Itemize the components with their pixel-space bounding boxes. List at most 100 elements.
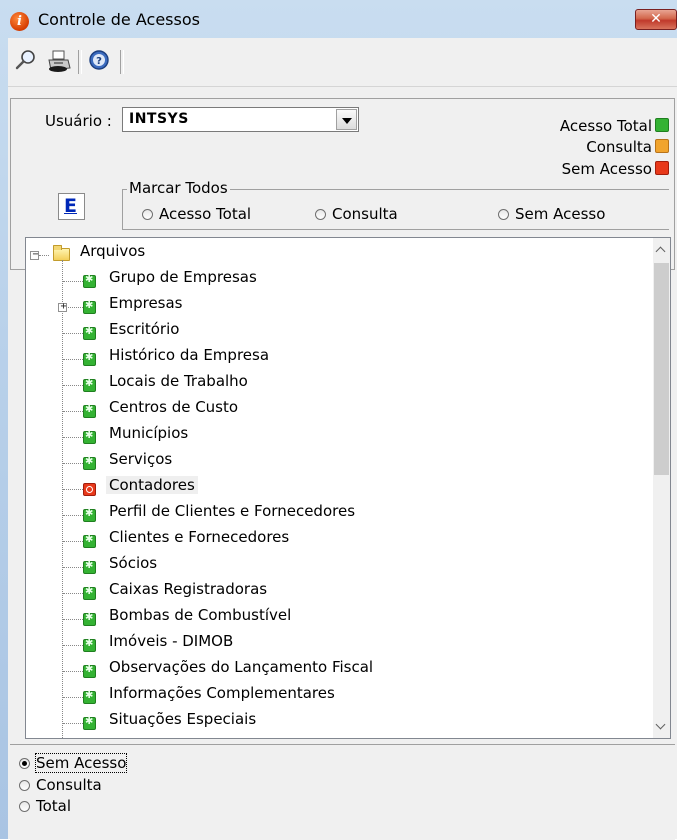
access-total-icon	[83, 378, 96, 392]
tree-connector	[63, 723, 83, 724]
printer-icon[interactable]	[46, 48, 72, 74]
marcar-todos-title: Marcar Todos	[127, 179, 230, 197]
tree-item-label: Serviços	[109, 450, 173, 468]
tree-item[interactable]: Situações Especiais	[26, 710, 646, 736]
radio-marcar-acesso-total[interactable]: Acesso Total	[142, 205, 251, 223]
tree-item[interactable]: Locais de Trabalho	[26, 372, 646, 398]
tree-connector	[63, 359, 83, 360]
tree-item-label: Grupo de Empresas	[109, 268, 257, 286]
tree-connector	[63, 697, 83, 698]
radio-total[interactable]: Total	[19, 797, 71, 815]
radio-sem-acesso[interactable]: Sem Acesso	[19, 753, 128, 773]
access-total-icon	[83, 274, 96, 288]
excel-button[interactable]: E	[58, 193, 85, 220]
tree-item-label: Sócios	[109, 554, 158, 572]
tree-connector	[63, 281, 83, 282]
access-total-icon	[83, 690, 96, 704]
chevron-down-icon[interactable]	[336, 109, 357, 130]
tree-item-label: Centros de Custo	[109, 398, 239, 416]
tree-item[interactable]: Histórico da Empresa	[26, 346, 646, 372]
tree-item[interactable]: + Empresas	[26, 294, 646, 320]
tree-root-label: Arquivos	[80, 242, 146, 260]
collapse-icon[interactable]: −	[30, 249, 39, 260]
legend-consulta-label: Consulta	[586, 138, 652, 156]
radio-dot	[19, 800, 30, 812]
access-tree[interactable]: − Arquivos Grupo de Empresas + Empresas Esc…	[25, 237, 671, 739]
access-total-icon	[83, 508, 96, 522]
title-bar: i Controle de Acessos ✕	[0, 0, 677, 38]
tree-connector	[63, 645, 83, 646]
access-total-icon	[83, 300, 96, 314]
usuario-label: Usuário :	[45, 112, 112, 130]
tree-item[interactable]: Caixas Registradoras	[26, 580, 646, 606]
tree-item[interactable]: Serviços	[26, 450, 646, 476]
tree-connector	[63, 593, 83, 594]
tree-item[interactable]: Clientes e Fornecedores	[26, 528, 646, 554]
radio-marcar-sem-acesso[interactable]: Sem Acesso	[498, 205, 605, 223]
access-total-icon	[83, 612, 96, 626]
tree-item-label: Perfil de Clientes e Fornecedores	[109, 502, 356, 520]
radio-label: Consulta	[332, 205, 398, 223]
tree-item[interactable]: Bombas de Combustível	[26, 606, 646, 632]
tree-connector	[63, 411, 83, 412]
tree-connector	[63, 619, 83, 620]
tree-item[interactable]: Sócios	[26, 554, 646, 580]
vertical-scrollbar[interactable]	[653, 238, 670, 738]
radio-consulta[interactable]: Consulta	[19, 776, 102, 794]
tree-item[interactable]: Observações do Lançamento Fiscal	[26, 658, 646, 684]
tree-item-label: Clientes e Fornecedores	[109, 528, 290, 546]
sem-acesso-icon	[655, 161, 669, 175]
radio-dot	[315, 208, 326, 220]
tree-item[interactable]: Informações Complementares	[26, 684, 646, 710]
tree-connector	[63, 671, 83, 672]
search-icon[interactable]	[14, 48, 40, 74]
tree-item-label: Situações Especiais	[109, 710, 257, 728]
tree-item[interactable]: Contadores	[26, 476, 646, 502]
radio-label: Acesso Total	[159, 205, 252, 223]
tree-connector	[63, 333, 83, 334]
usuario-select[interactable]: INTSYS	[122, 107, 359, 132]
radio-label: Total	[36, 797, 72, 815]
tree-item[interactable]: Imóveis - DIMOB	[26, 632, 646, 658]
tree-item[interactable]: Municípios	[26, 424, 646, 450]
radio-dot	[19, 779, 30, 791]
tree-item-label: Imóveis - DIMOB	[109, 632, 234, 650]
tree-item[interactable]: Grupo de Empresas	[26, 268, 646, 294]
access-level-panel: Sem Acesso Consulta Total	[10, 744, 675, 840]
scrollbar-thumb[interactable]	[654, 263, 669, 475]
access-total-icon	[83, 716, 96, 730]
tree-item-label: Escritório	[109, 320, 180, 338]
access-total-icon	[83, 534, 96, 548]
access-total-icon	[83, 404, 96, 418]
expand-icon[interactable]: +	[58, 301, 67, 312]
usuario-value: INTSYS	[129, 111, 189, 127]
toolbar: ?	[8, 38, 677, 87]
close-button[interactable]: ✕	[635, 9, 677, 30]
client-area: ? Usuário : INTSYS Acesso Total Consulta…	[8, 38, 677, 840]
tree-item-label: Locais de Trabalho	[109, 372, 248, 390]
tree-item[interactable]: Escritório	[26, 320, 646, 346]
sem-acesso-icon	[83, 483, 96, 496]
svg-text:?: ?	[96, 56, 102, 67]
radio-marcar-consulta[interactable]: Consulta	[315, 205, 398, 223]
tree-item-label: Histórico da Empresa	[109, 346, 270, 364]
tree-connector	[63, 515, 83, 516]
app-info-icon: i	[10, 12, 29, 31]
scroll-down-icon[interactable]	[653, 718, 670, 735]
toolbar-separator	[78, 50, 82, 74]
legend-consulta: Consulta	[586, 138, 669, 156]
access-total-icon	[83, 352, 96, 366]
consulta-icon	[655, 139, 669, 153]
legend-acesso-total: Acesso Total	[560, 117, 669, 135]
legend-sem-acesso: Sem Acesso	[562, 160, 669, 178]
tree-connector	[63, 437, 83, 438]
legend-sem-acesso-label: Sem Acesso	[561, 160, 652, 178]
close-icon: ✕	[650, 11, 662, 27]
tree-connector	[63, 541, 83, 542]
scroll-up-icon[interactable]	[653, 241, 670, 258]
tree-item[interactable]: Perfil de Clientes e Fornecedores	[26, 502, 646, 528]
tree-item[interactable]: Centros de Custo	[26, 398, 646, 424]
info-icon[interactable]: ?	[87, 48, 113, 74]
tree-item-label: Municípios	[109, 424, 189, 442]
access-total-icon	[83, 638, 96, 652]
